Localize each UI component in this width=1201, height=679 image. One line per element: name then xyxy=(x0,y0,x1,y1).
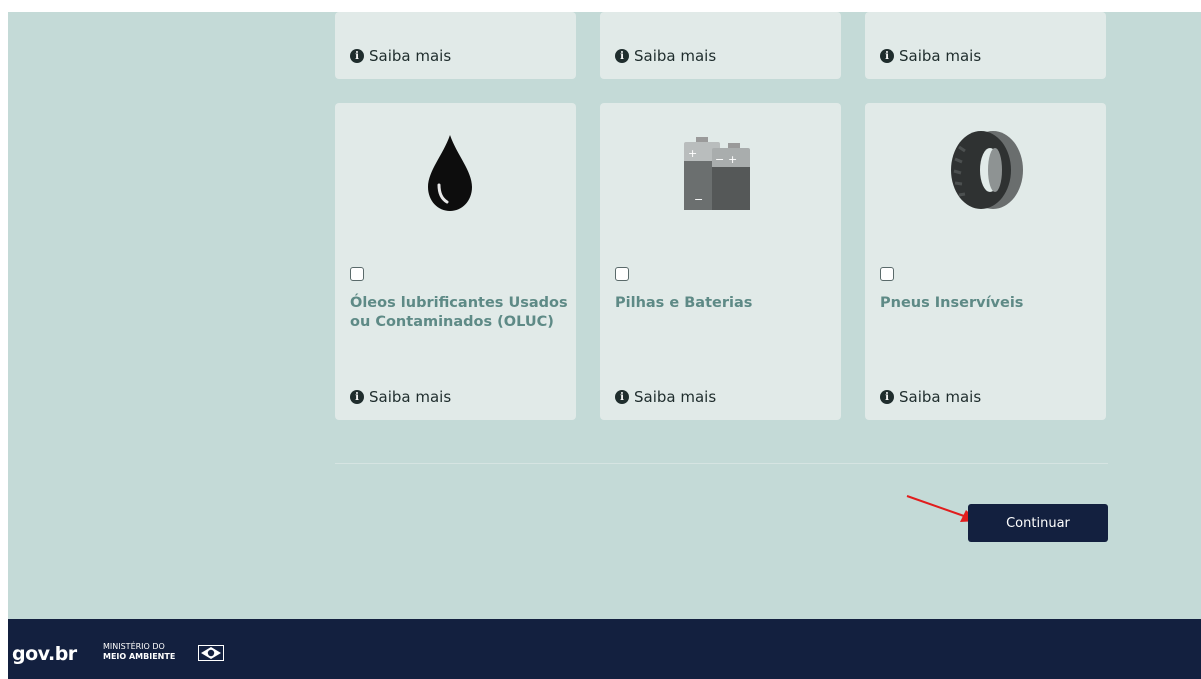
saiba-mais-link[interactable]: i Saiba mais xyxy=(615,388,716,406)
card-title: Pneus Inservíveis xyxy=(880,295,1024,311)
card-pilhas-baterias[interactable]: + + − − Pilhas e Baterias i Saiba mais xyxy=(600,103,841,420)
svg-text:−: − xyxy=(715,153,724,166)
saiba-mais-link[interactable]: i Saiba mais xyxy=(615,47,716,65)
brazil-flag-icon xyxy=(198,645,224,661)
info-icon: i xyxy=(880,390,894,404)
saiba-mais-link[interactable]: i Saiba mais xyxy=(880,47,981,65)
oluc-checkbox[interactable] xyxy=(350,267,364,281)
tire-icon xyxy=(951,131,1023,209)
card-top-2: i Saiba mais xyxy=(600,12,841,79)
ministry-line-1: MINISTÉRIO DO xyxy=(103,642,165,651)
battery-icon: + + − − xyxy=(684,137,750,210)
info-icon: i xyxy=(880,49,894,63)
govbr-logo[interactable]: gov.br xyxy=(12,643,77,665)
card-top-1: i Saiba mais xyxy=(335,12,576,79)
saiba-mais-link[interactable]: i Saiba mais xyxy=(880,388,981,406)
saiba-mais-label: Saiba mais xyxy=(899,47,982,65)
pilhas-checkbox[interactable] xyxy=(615,267,629,281)
saiba-mais-label: Saiba mais xyxy=(634,47,717,65)
saiba-mais-label: Saiba mais xyxy=(899,388,982,406)
card-top-3: i Saiba mais xyxy=(865,12,1106,79)
continue-button[interactable]: Continuar xyxy=(968,504,1108,542)
section-divider xyxy=(335,463,1108,464)
saiba-mais-link[interactable]: i Saiba mais xyxy=(350,47,451,65)
card-pneus[interactable]: Pneus Inservíveis i Saiba mais xyxy=(865,103,1106,420)
saiba-mais-link[interactable]: i Saiba mais xyxy=(350,388,451,406)
info-icon: i xyxy=(350,49,364,63)
ministry-label: MINISTÉRIO DO MEIO AMBIENTE xyxy=(103,642,175,662)
svg-text:+: + xyxy=(728,153,737,166)
saiba-mais-label: Saiba mais xyxy=(634,388,717,406)
footer: gov.br MINISTÉRIO DO MEIO AMBIENTE xyxy=(8,619,1201,679)
info-icon: i xyxy=(350,390,364,404)
card-title: Óleos lubrificantes Usados ou Contaminad… xyxy=(350,295,568,330)
oil-drop-icon xyxy=(428,135,472,211)
svg-text:−: − xyxy=(694,193,703,206)
svg-text:+: + xyxy=(688,147,697,160)
info-icon: i xyxy=(615,49,629,63)
info-icon: i xyxy=(615,390,629,404)
ministry-line-2: MEIO AMBIENTE xyxy=(103,652,176,661)
saiba-mais-label: Saiba mais xyxy=(369,47,452,65)
saiba-mais-label: Saiba mais xyxy=(369,388,452,406)
card-oluc[interactable]: Óleos lubrificantes Usados ou Contaminad… xyxy=(335,103,576,420)
pneus-checkbox[interactable] xyxy=(880,267,894,281)
card-title: Pilhas e Baterias xyxy=(615,295,753,311)
